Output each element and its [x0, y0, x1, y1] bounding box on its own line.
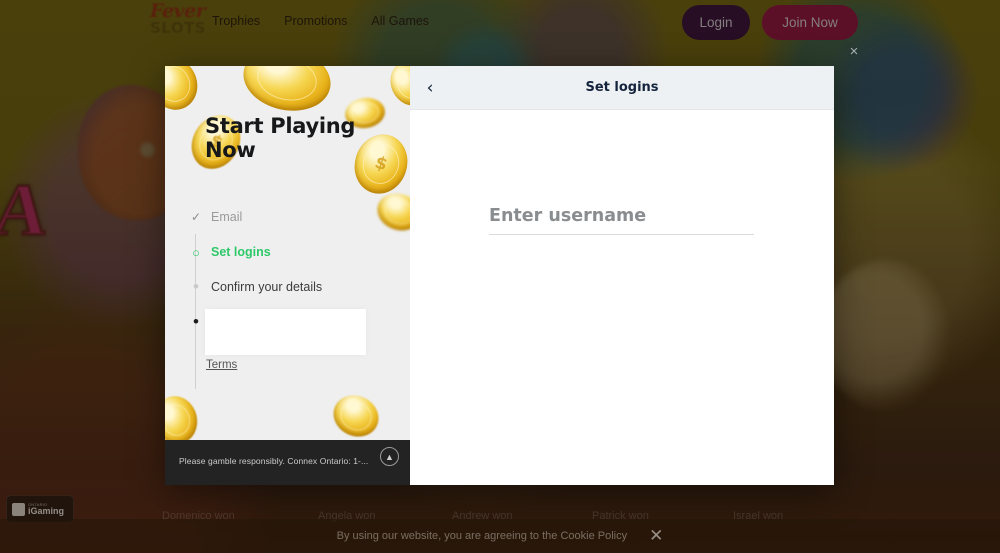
form-header: ‹ Set logins [410, 66, 834, 110]
promo-placeholder-card [205, 309, 366, 355]
terms-link[interactable]: Terms [206, 359, 237, 371]
close-icon[interactable]: × [846, 44, 862, 60]
back-chevron-icon[interactable]: ‹ [418, 77, 442, 99]
step-set-logins-label: Set logins [211, 245, 271, 259]
check-icon: ✓ [190, 210, 202, 224]
signup-modal: $ $ Start Playing Now ✓ Email ○ Set logi… [165, 66, 834, 485]
step-email-label: Email [211, 210, 243, 224]
circle-icon: ○ [192, 244, 200, 260]
step-set-logins[interactable]: ○ Set logins [189, 241, 389, 263]
step-confirm-details[interactable]: • Confirm your details [189, 276, 389, 298]
chevron-up-icon[interactable]: ▲ [380, 447, 399, 466]
step-confirm-details-label: Confirm your details [211, 280, 323, 294]
coin-icon [326, 387, 386, 445]
coin-icon [237, 66, 337, 119]
username-field-wrap [489, 201, 754, 235]
close-icon[interactable]: ✕ [649, 527, 663, 545]
form-title: Set logins [585, 80, 659, 95]
app-root: A Fever SLOTS Trophies Promotions All Ga… [0, 0, 1000, 553]
coin-icon [383, 66, 410, 113]
cookie-banner: By using our website, you are agreeing t… [0, 519, 1000, 553]
set-logins-form-panel: ‹ Set logins [410, 66, 834, 485]
coin-icon [165, 66, 204, 116]
promo-panel: $ $ Start Playing Now ✓ Email ○ Set logi… [165, 66, 410, 485]
page-title: Start Playing Now [205, 114, 356, 162]
username-input[interactable] [489, 201, 754, 235]
step-email[interactable]: ✓ Email [189, 206, 389, 228]
cookie-banner-text: By using our website, you are agreeing t… [336, 530, 628, 542]
responsible-gambling-text: Please gamble responsibly. Connex Ontari… [179, 456, 369, 466]
promo-footer-bar: Please gamble responsibly. Connex Ontari… [165, 440, 410, 485]
